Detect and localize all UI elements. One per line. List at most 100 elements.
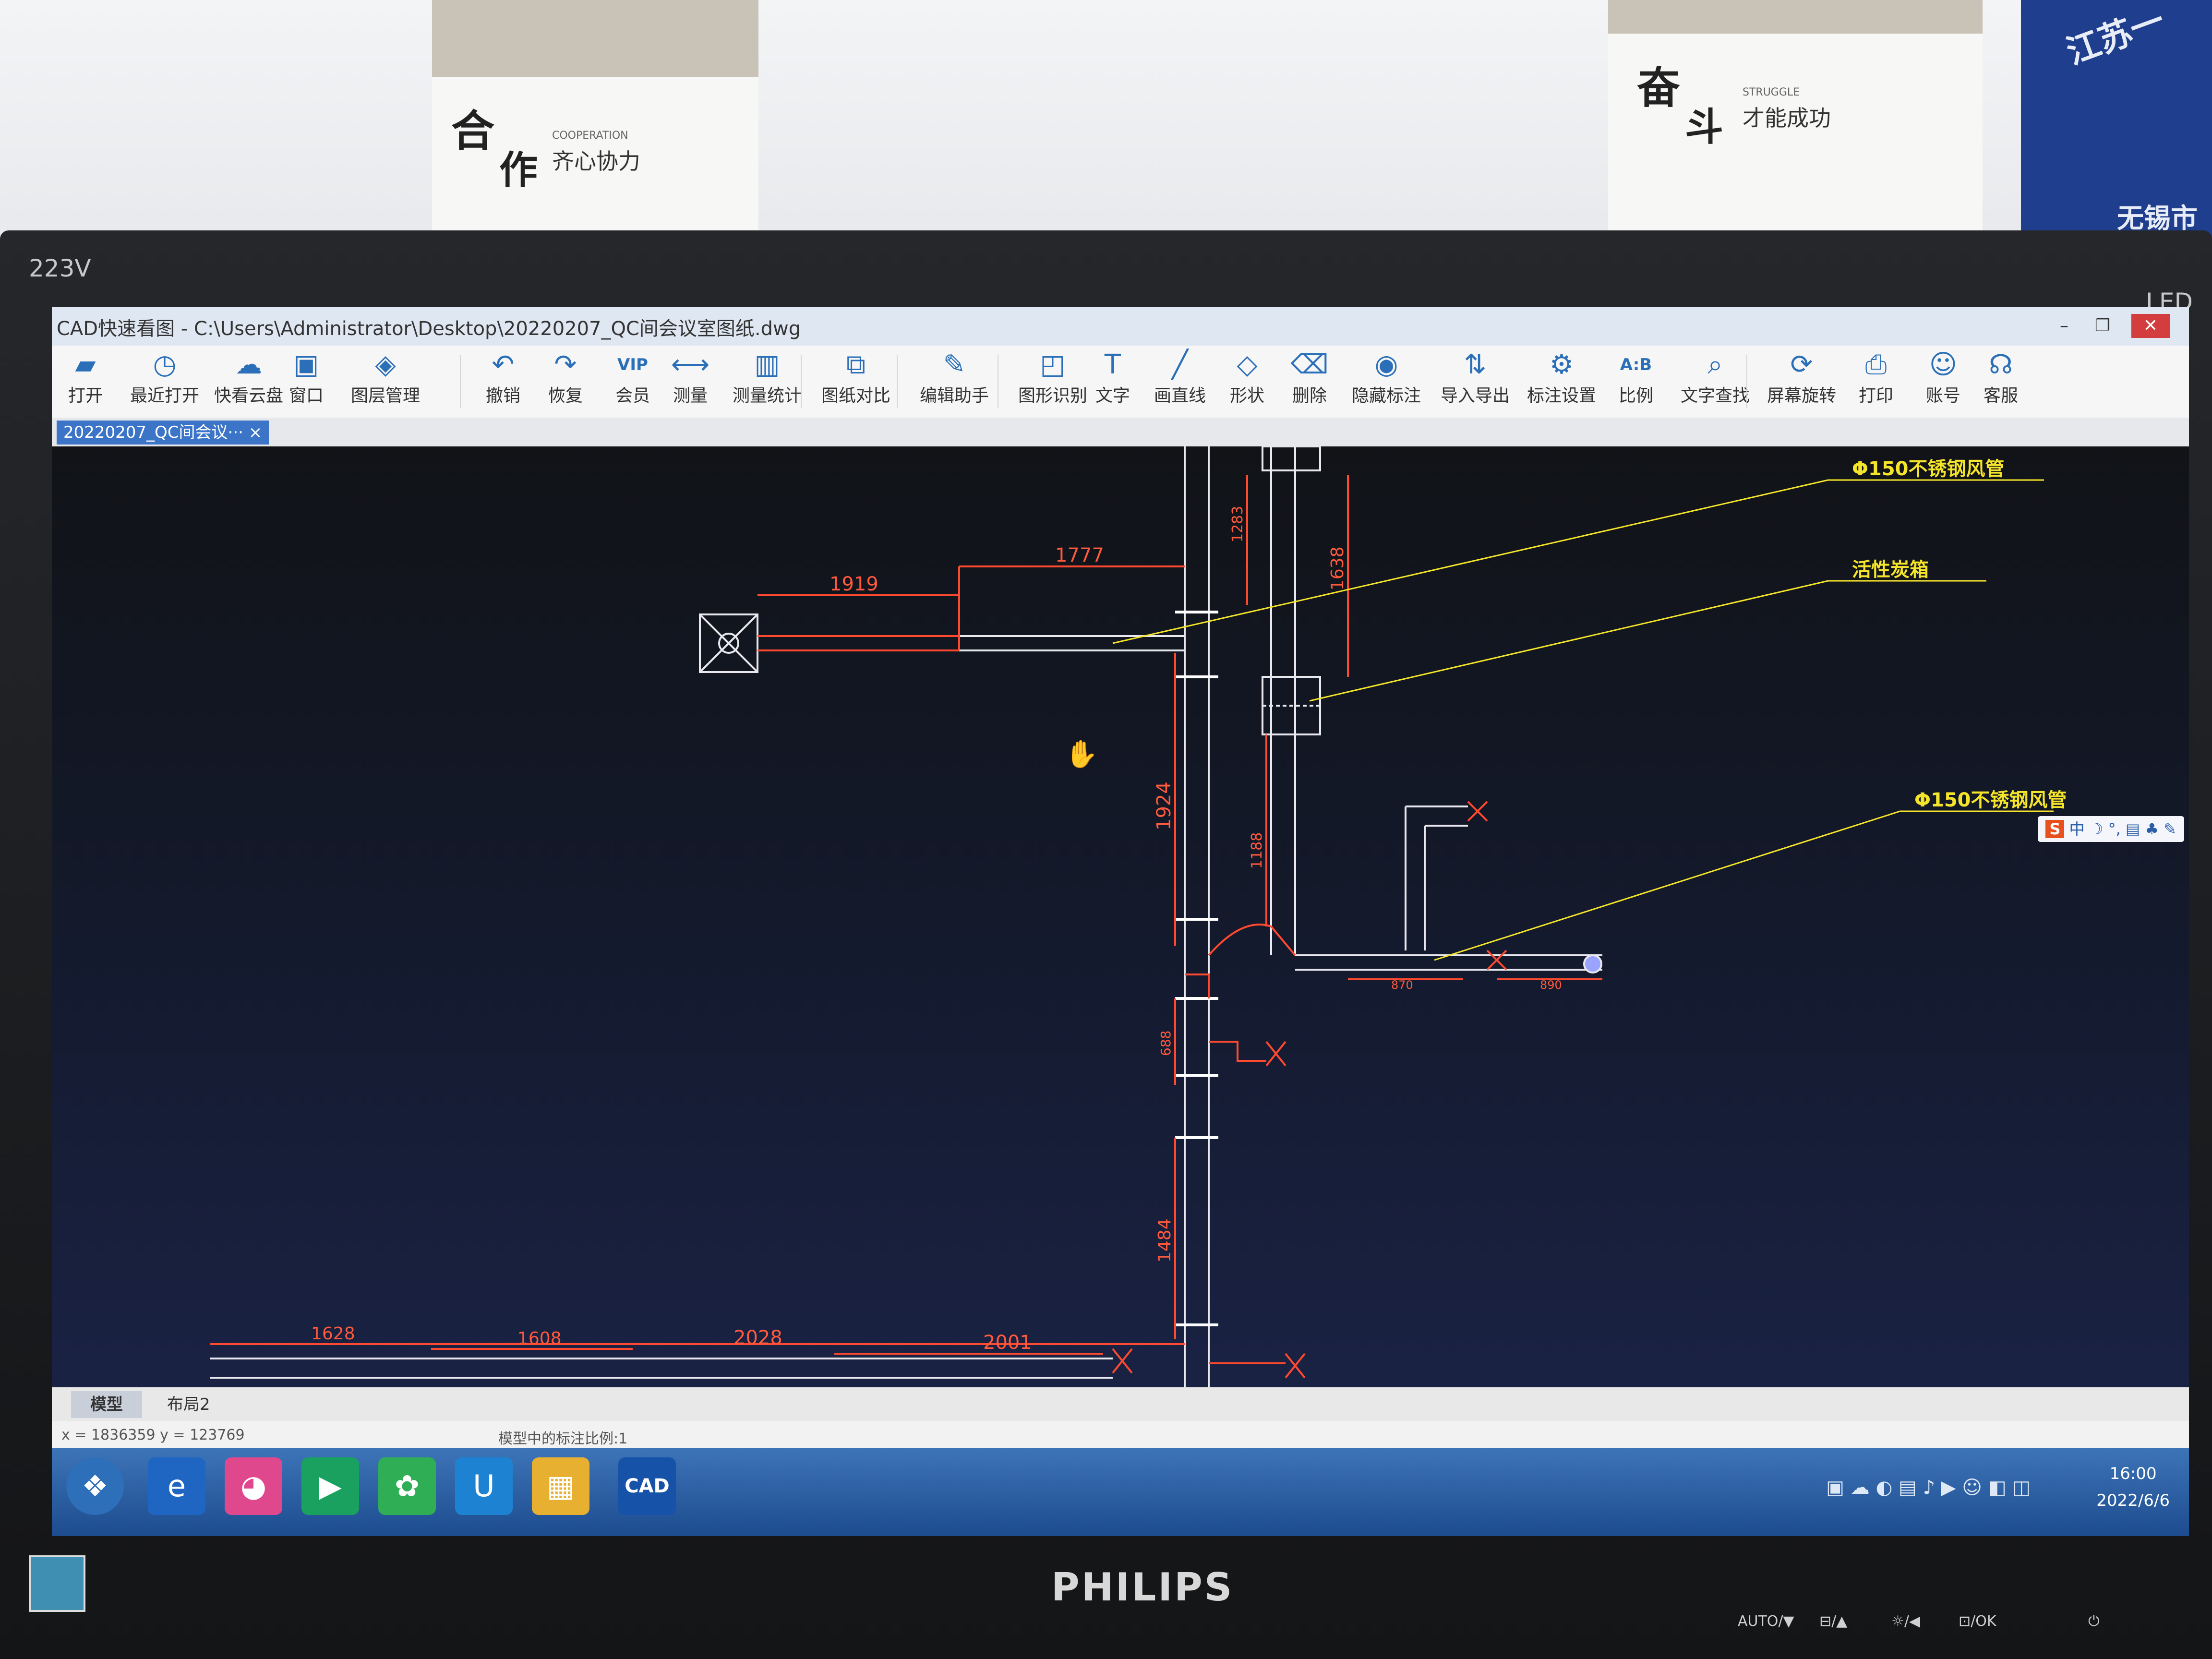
import-export-icon: ⇅ bbox=[1464, 349, 1487, 380]
valve-symbol bbox=[1112, 1348, 1133, 1374]
taskbar-app-wechat-icon[interactable]: ✿ bbox=[378, 1457, 436, 1515]
screen: CAD快速看图 - C:\Users\Administrator\Desktop… bbox=[52, 307, 2189, 1536]
taskbar-app-tool-icon[interactable]: U bbox=[455, 1457, 513, 1515]
dimension-label: 870 bbox=[1391, 978, 1413, 992]
taskbar-app-cad-icon[interactable]: CAD bbox=[618, 1457, 676, 1515]
ime-toolbar[interactable]: S 中 ☽ °, ▤ ♣ ✎ bbox=[2038, 816, 2184, 842]
toolbar-button-undo[interactable]: ↶ 撤销 bbox=[474, 346, 532, 418]
compare-icon: ⧉ bbox=[846, 349, 866, 380]
edit-assistant-icon: ✎ bbox=[943, 349, 966, 380]
toolbar-button-measure[interactable]: ⟷ 测量 bbox=[661, 346, 719, 418]
annotation-scale: 模型中的标注比例:1 bbox=[498, 1431, 628, 1447]
dimension-label: 1484 bbox=[1155, 1218, 1175, 1262]
cursor-coordinates: x = 1836359 y = 123769 bbox=[61, 1427, 245, 1443]
callout-label-carbon-box: 活性炭箱 bbox=[1852, 559, 1929, 581]
dimension-label: 1777 bbox=[1055, 544, 1104, 566]
measure-icon: ⟷ bbox=[671, 349, 710, 380]
toolbar-button-cloud[interactable]: ☁ 快看云盘 bbox=[210, 346, 287, 418]
energy-star-sticker bbox=[29, 1555, 85, 1612]
toolbar-button-redo[interactable]: ↷ 恢复 bbox=[537, 346, 594, 418]
toolbar-button-account[interactable]: ☺ 账号 bbox=[1914, 346, 1972, 418]
system-tray-icons[interactable]: ▣ ☁ ◐ ▤ ♪ ▶ ☺ ◧ ◫ bbox=[1826, 1477, 2031, 1499]
toolbar-label: 屏幕旋转 bbox=[1767, 386, 1836, 406]
poster-cooperation: 合 作 COOPERATION 齐心协力 bbox=[432, 0, 758, 250]
toolbar-separator bbox=[801, 355, 802, 408]
toolbar-label: 图纸对比 bbox=[821, 386, 890, 406]
monitor-button-ok[interactable]: ⊡/OK bbox=[1959, 1613, 1996, 1630]
monitor-button-auto[interactable]: AUTO/▼ bbox=[1738, 1613, 1794, 1630]
toolbar-button-annotation-settings[interactable]: ⚙ 标注设置 bbox=[1521, 346, 1602, 418]
redo-icon: ↷ bbox=[554, 349, 577, 380]
poster-text: 江苏一 bbox=[2061, 0, 2170, 72]
taskbar-app-player-icon[interactable]: ▶ bbox=[301, 1457, 359, 1515]
toolbar-button-eraser[interactable]: ⌫ 删除 bbox=[1281, 346, 1338, 418]
taskbar-app-start-icon[interactable]: ❖ bbox=[66, 1457, 124, 1515]
monitor-button-input[interactable]: ⊟/▲ bbox=[1819, 1613, 1847, 1630]
hide-eye-icon: ◉ bbox=[1374, 349, 1398, 380]
tab-layout2[interactable]: 布局2 bbox=[148, 1391, 229, 1418]
rotate-icon: ⟳ bbox=[1790, 349, 1813, 380]
poster-struggle: 奋 斗 STRUGGLE 才能成功 bbox=[1608, 0, 1983, 269]
layers-icon: ◈ bbox=[375, 349, 396, 380]
shape-icon: ◇ bbox=[1237, 349, 1258, 380]
sogou-ime-icon[interactable]: S bbox=[2045, 820, 2065, 838]
taskbar-clock[interactable]: 16:00 2022/6/6 bbox=[2096, 1460, 2170, 1514]
toolbar-button-compare[interactable]: ⧉ 图纸对比 bbox=[815, 346, 897, 418]
toolbar-label: 图形识别 bbox=[1018, 386, 1087, 406]
elbow-fitting bbox=[1208, 924, 1296, 956]
toolbar-button-text-search[interactable]: ⌕ 文字查找 bbox=[1674, 346, 1756, 418]
minimize-button[interactable]: – bbox=[2045, 314, 2083, 338]
dimension-label: 1608 bbox=[517, 1329, 562, 1348]
callout-leader bbox=[1309, 580, 1986, 702]
toolbar-button-printer[interactable]: ⎙ 打印 bbox=[1847, 346, 1905, 418]
toolbar-button-clock[interactable]: ◷ 最近打开 bbox=[124, 346, 205, 418]
toolbar-button-layers[interactable]: ◈ 图层管理 bbox=[340, 346, 431, 418]
window-title: CAD快速看图 - C:\Users\Administrator\Desktop… bbox=[57, 318, 801, 340]
toolbar-button-open-folder[interactable]: ▰ 打开 bbox=[57, 346, 114, 418]
toolbar-label: 打开 bbox=[68, 386, 103, 406]
callout-label-duct: Φ150不锈钢风管 bbox=[1914, 789, 2067, 811]
dimension-label: 1628 bbox=[311, 1324, 355, 1344]
toolbar-label: 形状 bbox=[1229, 386, 1264, 406]
valve-branch bbox=[1209, 1041, 1266, 1062]
duct-end-cap bbox=[1583, 954, 1602, 974]
toolbar-button-edit-assistant[interactable]: ✎ 编辑助手 bbox=[911, 346, 998, 418]
toolbar-button-import-export[interactable]: ⇅ 导入导出 bbox=[1434, 346, 1516, 418]
tab-model[interactable]: 模型 bbox=[71, 1391, 142, 1418]
taskbar-app-chat-icon[interactable]: ◕ bbox=[225, 1457, 282, 1515]
toolbar-button-headset[interactable]: ☊ 客服 bbox=[1972, 346, 2030, 418]
toolbar-label: 标注设置 bbox=[1527, 386, 1596, 406]
toolbar-button-measure-stats[interactable]: ▥ 测量统计 bbox=[724, 346, 810, 418]
tee-fitting bbox=[1185, 974, 1210, 998]
toolbar: ▰ 打开 ◷ 最近打开 ☁ 快看云盘 ▣ 窗口 ◈ 图层管理 ↶ 撤销 ↷ 恢复 VIP 会员 ⟷ 测量 ▥ 测量统计… bbox=[52, 346, 2189, 418]
drawing-canvas[interactable]: 1919 1777 1283 1638 1924 1188 688 1484 8… bbox=[52, 446, 2189, 1387]
dimension-label: 2028 bbox=[733, 1327, 782, 1349]
eraser-icon: ⌫ bbox=[1290, 349, 1329, 380]
toolbar-button-rotate[interactable]: ⟳ 屏幕旋转 bbox=[1761, 346, 1842, 418]
monitor-button-brightness[interactable]: ☼/◀ bbox=[1891, 1613, 1920, 1630]
poster-slogan: 齐心协力 bbox=[552, 148, 640, 174]
cloud-icon: ☁ bbox=[235, 349, 262, 380]
taskbar-app-office-icon[interactable]: ▦ bbox=[532, 1457, 589, 1515]
scale-icon: A:B bbox=[1620, 355, 1652, 374]
toolbar-button-scale[interactable]: A:B 比例 bbox=[1607, 346, 1665, 418]
toolbar-button-hide-eye[interactable]: ◉ 隐藏标注 bbox=[1343, 346, 1430, 418]
toolbar-button-shape[interactable]: ◇ 形状 bbox=[1218, 346, 1276, 418]
measure-stats-icon: ▥ bbox=[754, 349, 780, 380]
toolbar-button-shape-recognition[interactable]: ◰ 图形识别 bbox=[1012, 346, 1094, 418]
toolbar-button-window[interactable]: ▣ 窗口 bbox=[277, 346, 335, 418]
monitor-power-button[interactable]: ⏻ bbox=[2088, 1613, 2100, 1630]
toolbar-button-line[interactable]: ╱ 画直线 bbox=[1146, 346, 1214, 418]
ime-options[interactable]: 中 ☽ °, ▤ ♣ ✎ bbox=[2069, 820, 2176, 838]
taskbar-app-ie-icon[interactable]: e bbox=[148, 1457, 205, 1515]
poster-char: 奋 bbox=[1637, 62, 1680, 113]
toolbar-button-text[interactable]: T 文字 bbox=[1084, 346, 1142, 418]
clock-date: 2022/6/6 bbox=[2096, 1491, 2170, 1510]
maximize-button[interactable]: ❐ bbox=[2083, 314, 2122, 338]
toolbar-label: 打印 bbox=[1858, 386, 1893, 406]
document-tab[interactable]: 20220207_QC间会议··· × bbox=[57, 421, 269, 445]
monitor-brand: PHILIPS bbox=[1051, 1565, 1234, 1610]
toolbar-label: 快看云盘 bbox=[214, 386, 283, 406]
close-button[interactable]: ✕ bbox=[2131, 314, 2170, 338]
toolbar-button-vip[interactable]: VIP 会员 bbox=[604, 346, 661, 418]
